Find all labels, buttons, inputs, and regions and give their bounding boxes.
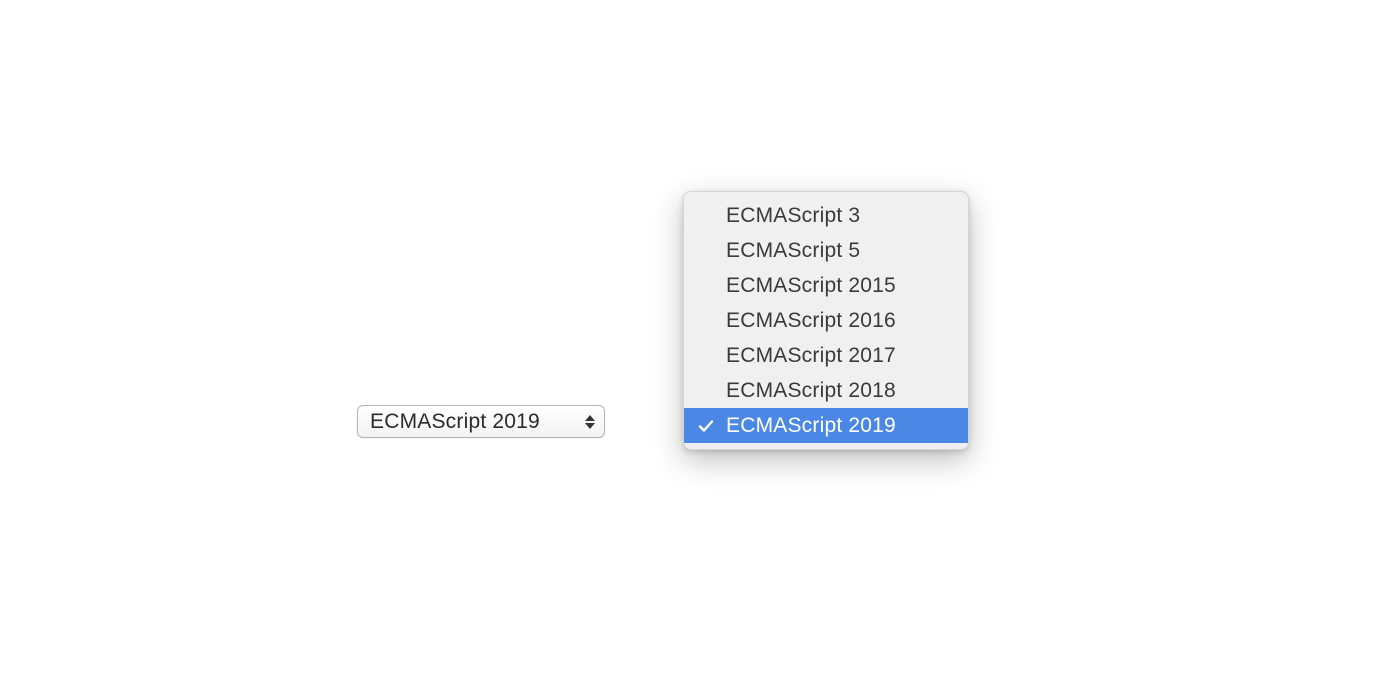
- ecmascript-dropdown: ECMAScript 3 ECMAScript 5 ECMAScript 201…: [683, 191, 969, 450]
- dropdown-option-label: ECMAScript 2016: [726, 309, 896, 333]
- check-icon: [698, 418, 714, 434]
- dropdown-option-es2017[interactable]: ECMAScript 2017: [684, 338, 968, 373]
- dropdown-option-label: ECMAScript 2015: [726, 274, 896, 298]
- dropdown-option-label: ECMAScript 2017: [726, 344, 896, 368]
- dropdown-option-es3[interactable]: ECMAScript 3: [684, 198, 968, 233]
- dropdown-option-es2015[interactable]: ECMAScript 2015: [684, 268, 968, 303]
- dropdown-option-label: ECMAScript 2019: [726, 414, 896, 438]
- dropdown-option-label: ECMAScript 3: [726, 204, 860, 228]
- ecmascript-select[interactable]: ECMAScript 2019: [357, 405, 605, 438]
- dropdown-option-es2019[interactable]: ECMAScript 2019: [684, 408, 968, 443]
- select-current-value: ECMAScript 2019: [370, 410, 540, 434]
- stepper-icon: [582, 406, 598, 437]
- dropdown-option-es5[interactable]: ECMAScript 5: [684, 233, 968, 268]
- dropdown-option-es2016[interactable]: ECMAScript 2016: [684, 303, 968, 338]
- dropdown-option-label: ECMAScript 2018: [726, 379, 896, 403]
- dropdown-option-label: ECMAScript 5: [726, 239, 860, 263]
- dropdown-option-es2018[interactable]: ECMAScript 2018: [684, 373, 968, 408]
